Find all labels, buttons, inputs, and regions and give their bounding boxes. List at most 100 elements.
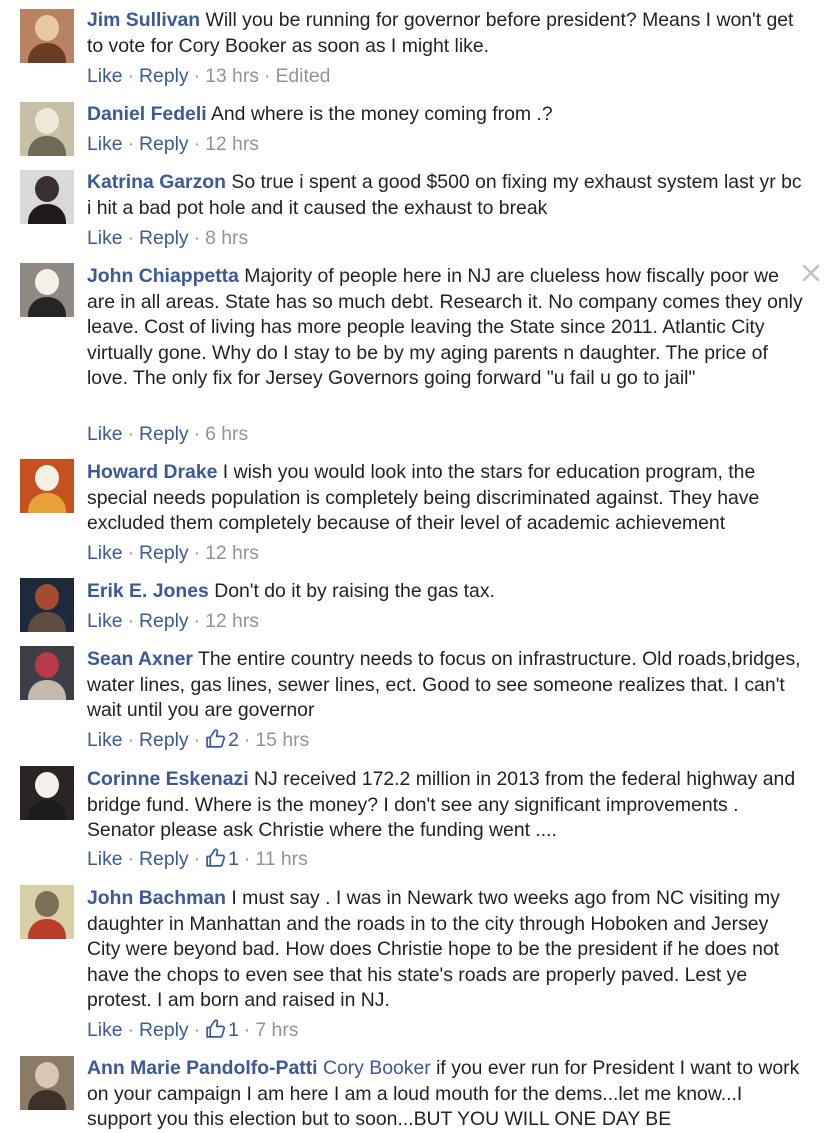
avatar[interactable]: [20, 263, 74, 317]
comment-author[interactable]: Sean Axner: [87, 648, 193, 670]
avatar[interactable]: [20, 766, 74, 820]
separator: ·: [127, 542, 135, 564]
comment-body: Corinne Eskenazi NJ received 172.2 milli…: [87, 767, 807, 844]
like-button[interactable]: Like: [87, 848, 123, 870]
comment-author[interactable]: John Chiappetta: [87, 265, 239, 287]
separator: ·: [127, 848, 135, 870]
separator: ·: [193, 542, 201, 564]
comment-timestamp[interactable]: 6 hrs: [205, 423, 248, 445]
comment-actions: Like · Reply · 6 hrs: [87, 422, 248, 446]
separator: ·: [193, 1019, 201, 1041]
reply-button[interactable]: Reply: [139, 133, 189, 155]
like-count-number: 2: [228, 729, 239, 751]
comment-timestamp[interactable]: 12 hrs: [205, 610, 259, 632]
comment-author[interactable]: Daniel Fedeli: [87, 103, 207, 125]
reply-button[interactable]: Reply: [139, 423, 189, 445]
avatar[interactable]: [20, 459, 74, 513]
comment-body: John Chiappetta Majority of people here …: [87, 264, 807, 392]
edited-label[interactable]: Edited: [275, 65, 330, 87]
comment-text: Don't do it by raising the gas tax.: [214, 580, 495, 602]
avatar[interactable]: [20, 885, 74, 939]
comment-author[interactable]: Howard Drake: [87, 461, 217, 483]
comment-text: And where is the money coming from .?: [210, 103, 553, 125]
thumbs-up-icon: [206, 848, 226, 867]
avatar[interactable]: [20, 646, 74, 700]
comment-author[interactable]: Corinne Eskenazi: [87, 768, 249, 790]
thumbs-up-icon: [206, 1019, 226, 1038]
reply-button[interactable]: Reply: [139, 1019, 189, 1041]
separator: ·: [243, 729, 251, 751]
comment-actions: Like · Reply · 12 hrs: [87, 541, 259, 565]
like-count-number: 1: [228, 848, 239, 870]
separator: ·: [127, 423, 135, 445]
reply-button[interactable]: Reply: [139, 848, 189, 870]
separator: ·: [193, 610, 201, 632]
separator: ·: [127, 133, 135, 155]
comment-body: Ann Marie Pandolfo-Patti Cory Booker if …: [87, 1056, 807, 1133]
mention-link[interactable]: Cory Booker: [323, 1057, 431, 1079]
like-button[interactable]: Like: [87, 542, 123, 564]
like-count-number: 1: [228, 1019, 239, 1041]
like-count[interactable]: 2: [205, 729, 239, 751]
reply-button[interactable]: Reply: [139, 227, 189, 249]
avatar[interactable]: [20, 102, 74, 156]
separator: ·: [264, 65, 271, 87]
separator: ·: [127, 729, 135, 751]
comment-actions: Like · Reply · 2 · 15 hrs: [87, 728, 309, 752]
comment-author[interactable]: Jim Sullivan: [87, 9, 200, 31]
like-button[interactable]: Like: [87, 1019, 123, 1041]
like-count[interactable]: 1: [205, 848, 239, 870]
comment-timestamp[interactable]: 8 hrs: [205, 227, 248, 249]
comment-text: The entire country needs to focus on inf…: [87, 648, 801, 722]
comment-timestamp[interactable]: 13 hrs: [205, 65, 259, 87]
comment-actions: Like · Reply · 1 · 7 hrs: [87, 1018, 298, 1042]
comment-timestamp[interactable]: 7 hrs: [255, 1019, 298, 1041]
comment-author[interactable]: Katrina Garzon: [87, 171, 226, 193]
avatar[interactable]: [20, 170, 74, 224]
like-button[interactable]: Like: [87, 423, 123, 445]
comment-timestamp[interactable]: 11 hrs: [255, 848, 307, 870]
avatar[interactable]: [20, 578, 74, 632]
comment-actions: Like · Reply · 12 hrs: [87, 132, 259, 156]
comment-body: Katrina Garzon So true i spent a good $5…: [87, 170, 807, 221]
separator: ·: [193, 729, 201, 751]
comment-author[interactable]: Ann Marie Pandolfo-Patti: [87, 1057, 318, 1079]
separator: ·: [193, 65, 201, 87]
comment-body: Daniel Fedeli And where is the money com…: [87, 102, 807, 128]
like-button[interactable]: Like: [87, 610, 123, 632]
separator: ·: [127, 65, 135, 87]
like-button[interactable]: Like: [87, 729, 123, 751]
comment-timestamp[interactable]: 15 hrs: [255, 729, 309, 751]
separator: ·: [243, 848, 251, 870]
comment-body: Jim Sullivan Will you be running for gov…: [87, 8, 807, 59]
comment-body: Sean Axner The entire country needs to f…: [87, 647, 807, 724]
like-button[interactable]: Like: [87, 65, 123, 87]
reply-button[interactable]: Reply: [139, 729, 189, 751]
comment-actions: Like · Reply · 1 · 11 hrs: [87, 847, 308, 871]
separator: ·: [193, 133, 201, 155]
like-button[interactable]: Like: [87, 133, 123, 155]
reply-button[interactable]: Reply: [139, 610, 189, 632]
separator: ·: [243, 1019, 251, 1041]
comment-author[interactable]: John Bachman: [87, 887, 226, 909]
comment-actions: Like · Reply · 13 hrs · Edited: [87, 64, 330, 88]
comment-body: Erik E. Jones Don't do it by raising the…: [87, 579, 807, 605]
comment-timestamp[interactable]: 12 hrs: [205, 542, 259, 564]
like-button[interactable]: Like: [87, 227, 123, 249]
comment-body: Howard Drake I wish you would look into …: [87, 460, 807, 537]
comment-actions: Like · Reply · 8 hrs: [87, 226, 248, 250]
thumbs-up-icon: [206, 729, 226, 748]
comment-timestamp[interactable]: 12 hrs: [205, 133, 259, 155]
separator: ·: [127, 610, 135, 632]
avatar[interactable]: [20, 9, 74, 63]
separator: ·: [127, 227, 135, 249]
reply-button[interactable]: Reply: [139, 542, 189, 564]
separator: ·: [127, 1019, 135, 1041]
separator: ·: [193, 848, 201, 870]
comment-author[interactable]: Erik E. Jones: [87, 580, 209, 602]
like-count[interactable]: 1: [205, 1019, 239, 1041]
separator: ·: [193, 227, 201, 249]
avatar[interactable]: [20, 1056, 74, 1110]
reply-button[interactable]: Reply: [139, 65, 189, 87]
comment-body: John Bachman I must say . I was in Newar…: [87, 886, 807, 1014]
